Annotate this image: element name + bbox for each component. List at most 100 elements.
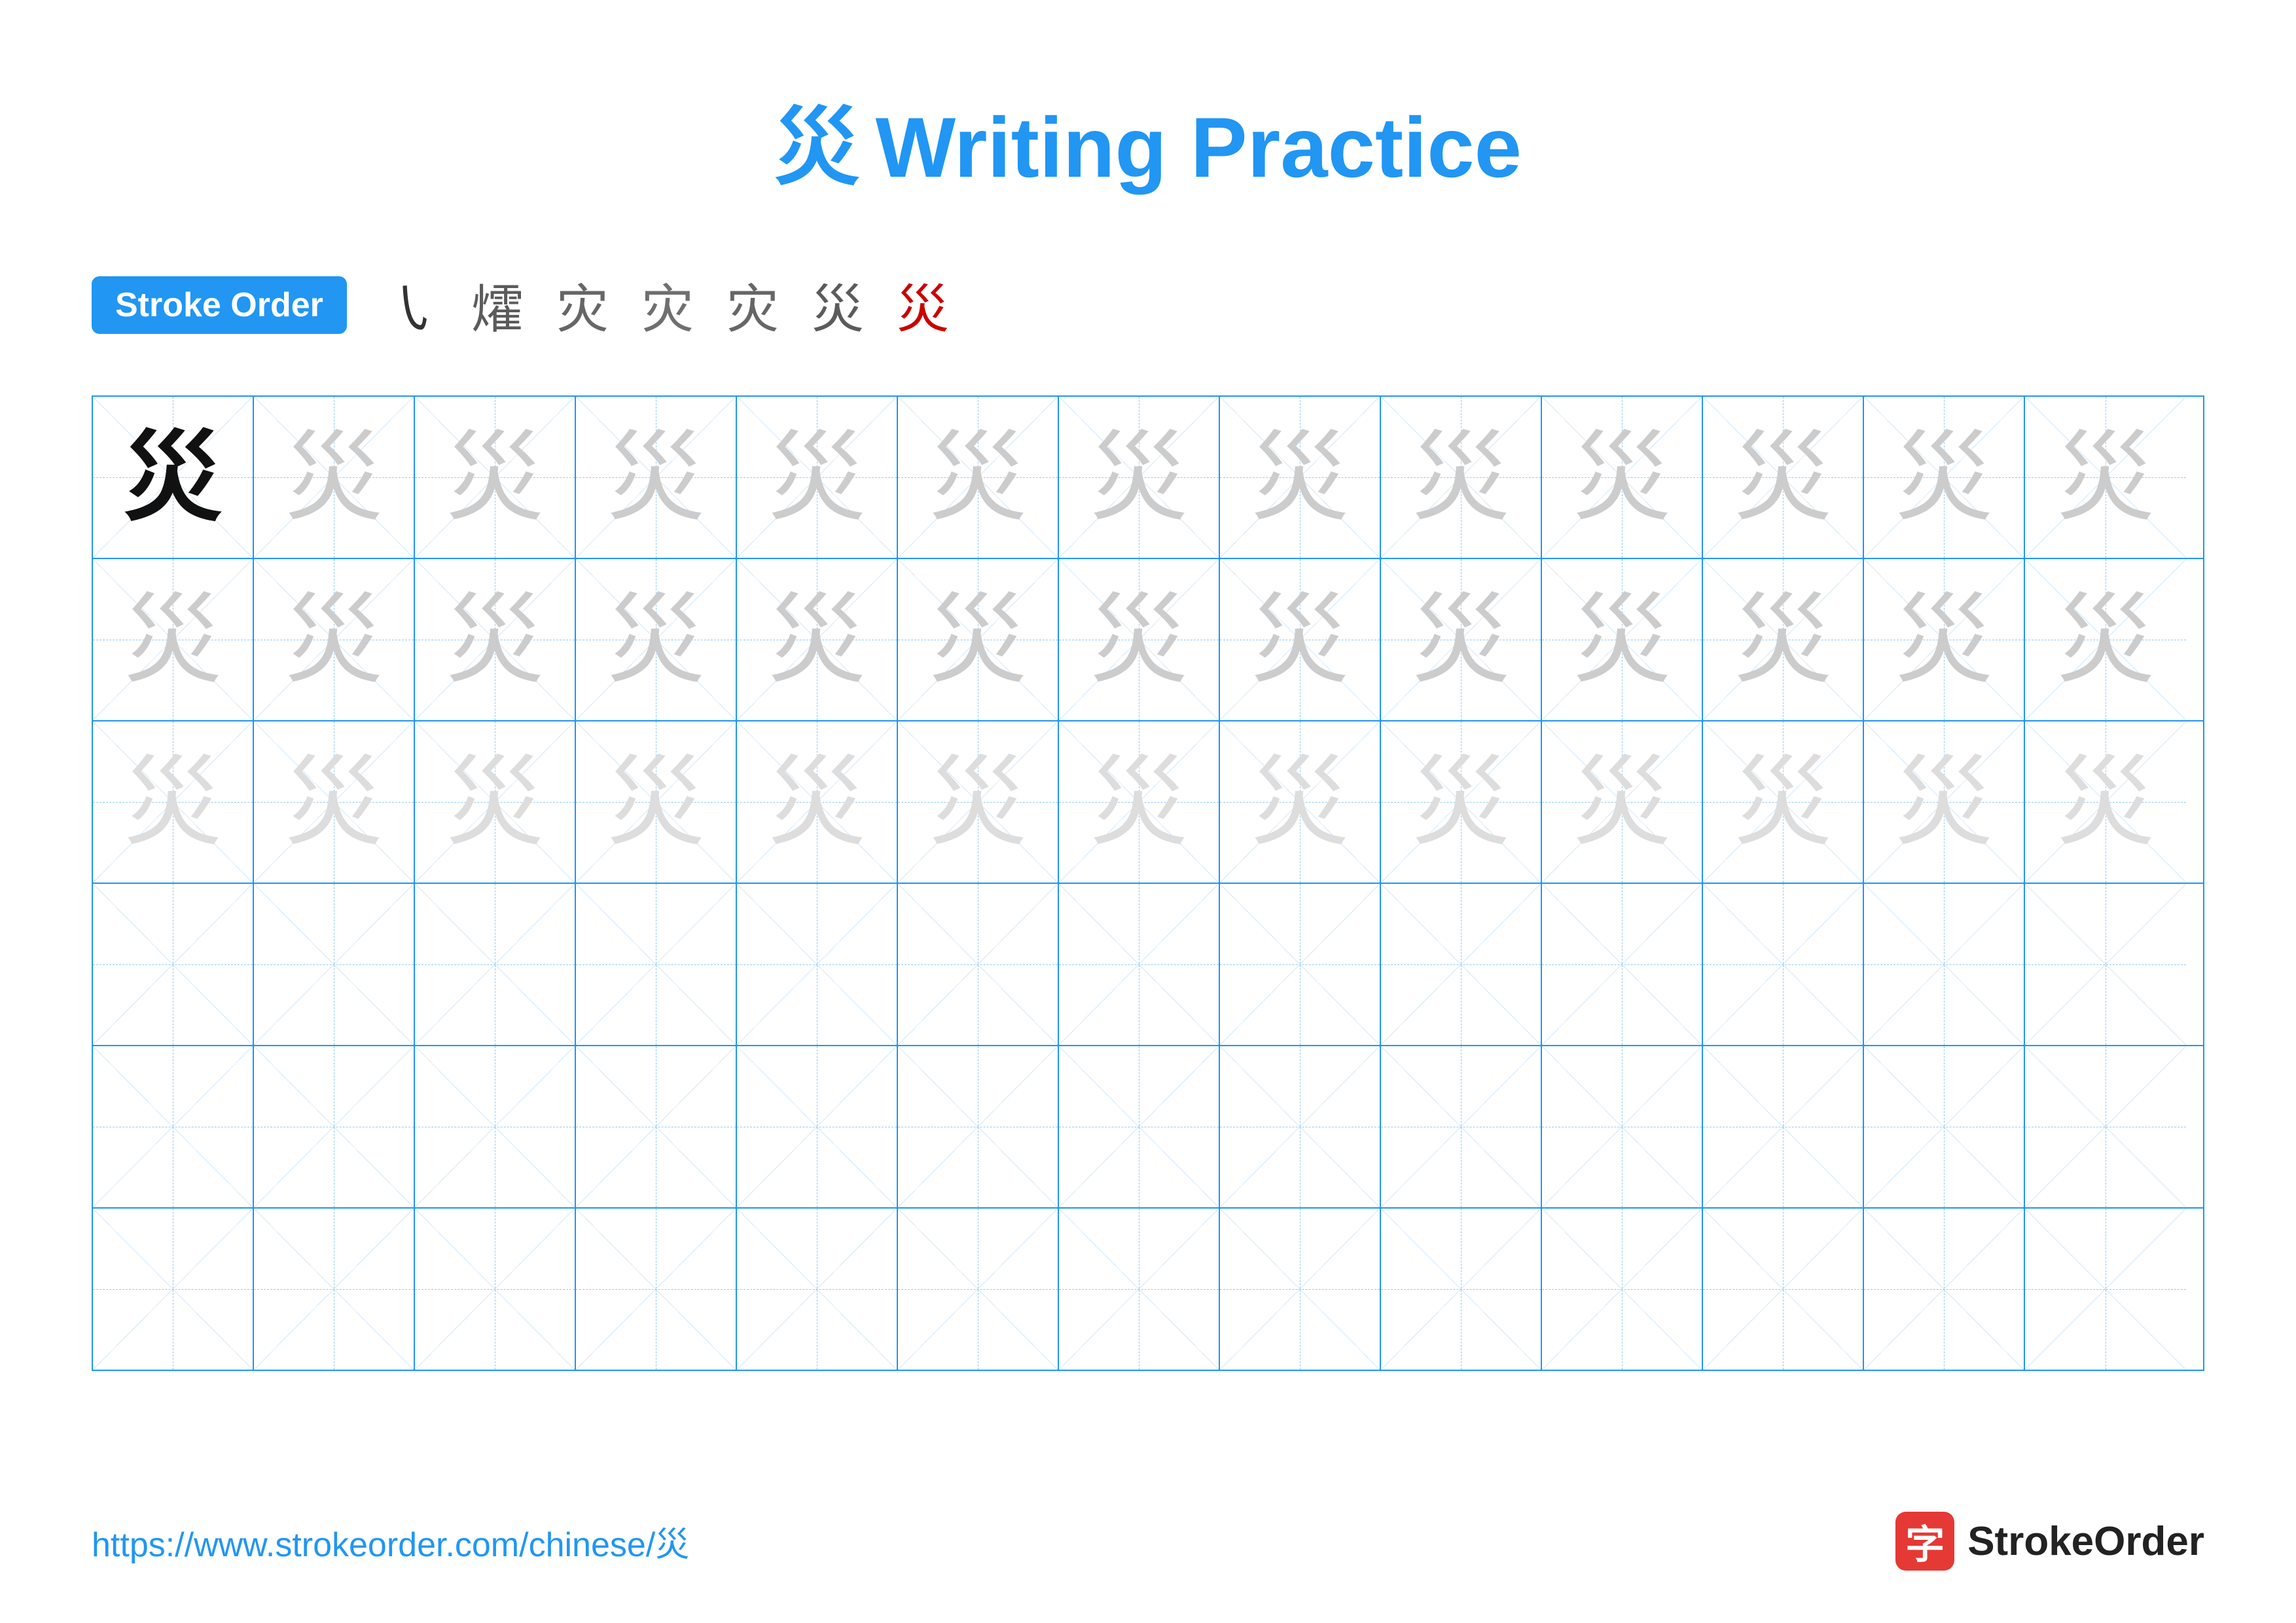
grid-cell-2-12[interactable]: 災 bbox=[1864, 559, 2025, 720]
grid-cell-3-13[interactable]: 災 bbox=[2025, 721, 2186, 883]
grid-row-3: 災 災 災 災 災 災 災 災 災 災 災 災 災 bbox=[93, 721, 2203, 884]
grid-cell-1-7[interactable]: 災 bbox=[1059, 397, 1220, 558]
grid-cell-4-13[interactable] bbox=[2025, 884, 2186, 1045]
grid-cell-5-8[interactable] bbox=[1220, 1046, 1381, 1207]
grid-cell-5-11[interactable] bbox=[1703, 1046, 1864, 1207]
grid-cell-6-2[interactable] bbox=[254, 1209, 415, 1370]
grid-cell-6-10[interactable] bbox=[1542, 1209, 1703, 1370]
grid-cell-3-10[interactable]: 災 bbox=[1542, 721, 1703, 883]
footer: https://www.strokeorder.com/chinese/災 字 … bbox=[92, 1512, 2204, 1571]
grid-cell-4-12[interactable] bbox=[1864, 884, 2025, 1045]
stroke-step-4: 灾 bbox=[641, 267, 694, 343]
grid-cell-4-3[interactable] bbox=[415, 884, 576, 1045]
grid-cell-4-11[interactable] bbox=[1703, 884, 1864, 1045]
grid-cell-6-5[interactable] bbox=[737, 1209, 898, 1370]
footer-url[interactable]: https://www.strokeorder.com/chinese/災 bbox=[92, 1517, 689, 1566]
grid-row-2: 災 災 災 災 災 災 災 災 災 災 災 災 災 bbox=[93, 559, 2203, 721]
stroke-step-7: 災 bbox=[897, 267, 949, 343]
stroke-order-section: Stroke Order ㇂ 㸌 灾 灾 灾 災 災 bbox=[0, 241, 2296, 369]
grid-cell-6-8[interactable] bbox=[1220, 1209, 1381, 1370]
grid-cell-1-5[interactable]: 災 bbox=[737, 397, 898, 558]
grid-cell-1-1[interactable]: 災 bbox=[93, 397, 254, 558]
grid-cell-4-10[interactable] bbox=[1542, 884, 1703, 1045]
grid-cell-3-2[interactable]: 災 bbox=[254, 721, 415, 883]
grid-cell-6-1[interactable] bbox=[93, 1209, 254, 1370]
grid-cell-2-2[interactable]: 災 bbox=[254, 559, 415, 720]
grid-cell-3-6[interactable]: 災 bbox=[898, 721, 1059, 883]
grid-cell-2-1[interactable]: 災 bbox=[93, 559, 254, 720]
grid-cell-6-13[interactable] bbox=[2025, 1209, 2186, 1370]
grid-cell-4-2[interactable] bbox=[254, 884, 415, 1045]
grid-cell-5-7[interactable] bbox=[1059, 1046, 1220, 1207]
grid-cell-2-5[interactable]: 災 bbox=[737, 559, 898, 720]
grid-cell-3-11[interactable]: 災 bbox=[1703, 721, 1864, 883]
grid-cell-3-3[interactable]: 災 bbox=[415, 721, 576, 883]
stroke-step-5: 灾 bbox=[726, 267, 779, 343]
grid-cell-3-1[interactable]: 災 bbox=[93, 721, 254, 883]
stroke-step-3: 灾 bbox=[556, 267, 609, 343]
grid-cell-1-6[interactable]: 災 bbox=[898, 397, 1059, 558]
grid-cell-4-9[interactable] bbox=[1381, 884, 1542, 1045]
grid-cell-3-12[interactable]: 災 bbox=[1864, 721, 2025, 883]
title-english-text: Writing Practice bbox=[876, 100, 1522, 195]
brand-name: StrokeOrder bbox=[1967, 1518, 2204, 1565]
grid-cell-4-6[interactable] bbox=[898, 884, 1059, 1045]
grid-row-1: 災 災 災 災 災 災 災 災 災 災 災 災 災 bbox=[93, 397, 2203, 559]
grid-cell-2-3[interactable]: 災 bbox=[415, 559, 576, 720]
grid-cell-1-4[interactable]: 災 bbox=[576, 397, 737, 558]
grid-cell-6-11[interactable] bbox=[1703, 1209, 1864, 1370]
grid-cell-4-8[interactable] bbox=[1220, 884, 1381, 1045]
grid-cell-6-12[interactable] bbox=[1864, 1209, 2025, 1370]
grid-cell-1-9[interactable]: 災 bbox=[1381, 397, 1542, 558]
grid-cell-6-6[interactable] bbox=[898, 1209, 1059, 1370]
grid-cell-5-10[interactable] bbox=[1542, 1046, 1703, 1207]
stroke-sequence: ㇂ 㸌 灾 灾 灾 災 災 bbox=[386, 267, 949, 343]
grid-cell-2-7[interactable]: 災 bbox=[1059, 559, 1220, 720]
char-dark: 災 bbox=[124, 428, 222, 526]
grid-cell-5-9[interactable] bbox=[1381, 1046, 1542, 1207]
grid-cell-5-13[interactable] bbox=[2025, 1046, 2186, 1207]
grid-cell-4-4[interactable] bbox=[576, 884, 737, 1045]
grid-cell-1-12[interactable]: 災 bbox=[1864, 397, 2025, 558]
grid-cell-1-3[interactable]: 災 bbox=[415, 397, 576, 558]
grid-cell-5-12[interactable] bbox=[1864, 1046, 2025, 1207]
grid-cell-2-6[interactable]: 災 bbox=[898, 559, 1059, 720]
grid-cell-2-10[interactable]: 災 bbox=[1542, 559, 1703, 720]
stroke-step-2: 㸌 bbox=[471, 267, 524, 343]
grid-cell-2-9[interactable]: 災 bbox=[1381, 559, 1542, 720]
grid-cell-1-2[interactable]: 災 bbox=[254, 397, 415, 558]
stroke-step-1: ㇂ bbox=[386, 267, 439, 343]
grid-cell-2-8[interactable]: 災 bbox=[1220, 559, 1381, 720]
brand-icon: 字 bbox=[1895, 1512, 1954, 1571]
grid-cell-2-11[interactable]: 災 bbox=[1703, 559, 1864, 720]
grid-cell-3-4[interactable]: 災 bbox=[576, 721, 737, 883]
grid-cell-5-5[interactable] bbox=[737, 1046, 898, 1207]
grid-cell-4-5[interactable] bbox=[737, 884, 898, 1045]
grid-cell-5-1[interactable] bbox=[93, 1046, 254, 1207]
grid-cell-3-9[interactable]: 災 bbox=[1381, 721, 1542, 883]
grid-cell-6-3[interactable] bbox=[415, 1209, 576, 1370]
stroke-order-badge: Stroke Order bbox=[92, 276, 347, 334]
grid-cell-6-4[interactable] bbox=[576, 1209, 737, 1370]
grid-cell-1-10[interactable]: 災 bbox=[1542, 397, 1703, 558]
grid-cell-1-11[interactable]: 災 bbox=[1703, 397, 1864, 558]
grid-cell-5-4[interactable] bbox=[576, 1046, 737, 1207]
grid-cell-5-2[interactable] bbox=[254, 1046, 415, 1207]
grid-cell-3-7[interactable]: 災 bbox=[1059, 721, 1220, 883]
grid-cell-4-7[interactable] bbox=[1059, 884, 1220, 1045]
grid-cell-1-13[interactable]: 災 bbox=[2025, 397, 2186, 558]
page-title: 災 Writing Practice bbox=[0, 0, 2296, 241]
grid-cell-4-1[interactable] bbox=[93, 884, 254, 1045]
footer-brand: 字 StrokeOrder bbox=[1895, 1512, 2204, 1571]
grid-cell-5-6[interactable] bbox=[898, 1046, 1059, 1207]
grid-cell-3-5[interactable]: 災 bbox=[737, 721, 898, 883]
grid-cell-6-7[interactable] bbox=[1059, 1209, 1220, 1370]
grid-cell-6-9[interactable] bbox=[1381, 1209, 1542, 1370]
grid-cell-1-8[interactable]: 災 bbox=[1220, 397, 1381, 558]
grid-row-4 bbox=[93, 884, 2203, 1046]
grid-cell-2-13[interactable]: 災 bbox=[2025, 559, 2186, 720]
grid-cell-3-8[interactable]: 災 bbox=[1220, 721, 1381, 883]
grid-cell-5-3[interactable] bbox=[415, 1046, 576, 1207]
grid-cell-2-4[interactable]: 災 bbox=[576, 559, 737, 720]
grid-row-5 bbox=[93, 1046, 2203, 1209]
